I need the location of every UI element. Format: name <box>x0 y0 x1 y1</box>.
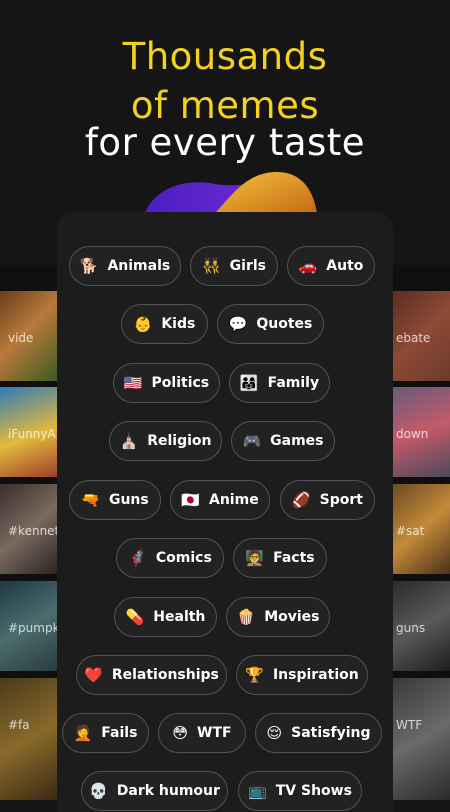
meme-tag: #kennet <box>8 524 58 538</box>
trophy-icon: 🏆 <box>245 665 264 684</box>
church-icon: ⛪ <box>119 431 139 450</box>
category-chip-kids[interactable]: 👶 Kids <box>121 304 208 344</box>
family-icon: 👨‍👩‍👧 <box>239 373 259 392</box>
category-chip-animals[interactable]: 🐕 Animals <box>69 246 181 286</box>
speech-bubble-icon: 💬 <box>228 314 248 333</box>
category-chip-religion[interactable]: ⛪ Religion <box>109 421 222 461</box>
category-chip-inspiration[interactable]: 🏆 Inspiration <box>236 655 368 695</box>
us-flag-icon: 🇺🇸 <box>123 373 143 392</box>
category-label: Family <box>267 375 320 391</box>
car-icon: 🚗 <box>298 256 318 275</box>
category-chip-fails[interactable]: 🤦 Fails <box>62 713 149 753</box>
category-label: Anime <box>209 492 259 508</box>
japan-flag-icon: 🇯🇵 <box>181 490 200 509</box>
pill-icon: 💊 <box>125 607 145 626</box>
category-chip-tv-shows[interactable]: 📺 TV Shows <box>238 771 362 811</box>
tv-icon: 📺 <box>248 781 267 800</box>
category-chip-games[interactable]: 🎮 Games <box>231 421 335 461</box>
pistol-icon: 🔫 <box>81 490 100 509</box>
category-label: Auto <box>326 258 364 274</box>
meme-tag: #sat <box>396 524 425 538</box>
relieved-face-icon: 😌 <box>266 723 283 742</box>
category-chip-quotes[interactable]: 💬 Quotes <box>217 304 324 344</box>
superhero-icon: 🦸 <box>128 548 147 567</box>
meme-tag: ebate <box>396 331 431 345</box>
category-label: Comics <box>155 550 212 566</box>
meme-thumbnail: #pumpk <box>0 581 58 671</box>
category-label: WTF <box>197 725 232 741</box>
category-label: Girls <box>229 258 266 274</box>
facepalm-icon: 🤦 <box>73 723 93 742</box>
football-icon: 🏈 <box>291 490 311 509</box>
category-label: Quotes <box>256 316 313 332</box>
category-label: Politics <box>151 375 210 391</box>
baby-icon: 👶 <box>133 314 153 333</box>
category-chip-movies[interactable]: 🍿 Movies <box>226 597 330 637</box>
meme-tag: #pumpk <box>8 621 58 635</box>
heart-icon: ❤️ <box>84 665 103 684</box>
category-label: TV Shows <box>275 783 352 799</box>
category-label: Kids <box>161 316 196 332</box>
skull-icon: 💀 <box>89 781 108 800</box>
category-label: Movies <box>264 609 320 625</box>
dancing-girls-icon: 👯 <box>201 256 221 275</box>
category-label: Guns <box>108 492 149 508</box>
category-label: Inspiration <box>272 667 359 683</box>
teacher-icon: 🧑‍🏫 <box>245 548 265 567</box>
category-label: Religion <box>147 433 212 449</box>
category-label: Games <box>270 433 324 449</box>
category-label: Health <box>153 609 206 625</box>
category-chip-anime[interactable]: 🇯🇵 Anime <box>170 480 270 520</box>
category-chip-satisfying[interactable]: 😌 Satisfying <box>255 713 382 753</box>
category-chip-politics[interactable]: 🇺🇸 Politics <box>113 363 220 403</box>
category-label: Facts <box>273 550 315 566</box>
category-chip-relationships[interactable]: ❤️ Relationships <box>76 655 227 695</box>
meme-tag: #fa <box>8 718 30 732</box>
meme-tag: WTF <box>396 718 423 732</box>
popcorn-icon: 🍿 <box>236 607 256 626</box>
meme-tag: down <box>396 427 429 441</box>
category-chip-girls[interactable]: 👯 Girls <box>190 246 278 286</box>
meme-thumbnail: guns <box>392 581 450 671</box>
category-label: Sport <box>319 492 363 508</box>
category-label: Dark humour <box>116 783 220 799</box>
category-chip-facts[interactable]: 🧑‍🏫 Facts <box>233 538 327 578</box>
meme-thumbnail: iFunnyA <box>0 387 58 477</box>
meme-tag: vide <box>8 331 34 345</box>
category-chip-comics[interactable]: 🦸 Comics <box>116 538 224 578</box>
meme-thumbnail: #sat <box>392 484 450 574</box>
headline-line-1: Thousands <box>122 35 328 78</box>
meme-thumbnail: vide <box>0 291 58 381</box>
gamepad-icon: 🎮 <box>242 431 262 450</box>
flushed-face-icon: 😳 <box>172 723 189 742</box>
category-chip-auto[interactable]: 🚗 Auto <box>287 246 375 286</box>
meme-thumbnail: WTF <box>392 678 450 800</box>
dog-icon: 🐕 <box>79 256 99 275</box>
meme-tag: iFunnyA <box>8 427 56 441</box>
meme-thumbnail: down <box>392 387 450 477</box>
category-chip-family[interactable]: 👨‍👩‍👧 Family <box>229 363 330 403</box>
category-label: Animals <box>107 258 171 274</box>
meme-thumbnail: #kennet <box>0 484 58 574</box>
category-chip-wtf[interactable]: 😳 WTF <box>158 713 246 753</box>
category-label: Fails <box>101 725 138 741</box>
category-chip-health[interactable]: 💊 Health <box>114 597 217 637</box>
category-chip-guns[interactable]: 🔫 Guns <box>69 480 161 520</box>
meme-tag: guns <box>396 621 426 635</box>
category-chip-sport[interactable]: 🏈 Sport <box>280 480 375 520</box>
category-chip-dark-humour[interactable]: 💀 Dark humour <box>81 771 228 811</box>
meme-thumbnail: #fa <box>0 678 58 800</box>
category-label: Relationships <box>111 667 219 683</box>
category-label: Satisfying <box>291 725 371 741</box>
meme-thumbnail: ebate <box>392 291 450 381</box>
headline-line-3: for every taste <box>84 121 366 164</box>
